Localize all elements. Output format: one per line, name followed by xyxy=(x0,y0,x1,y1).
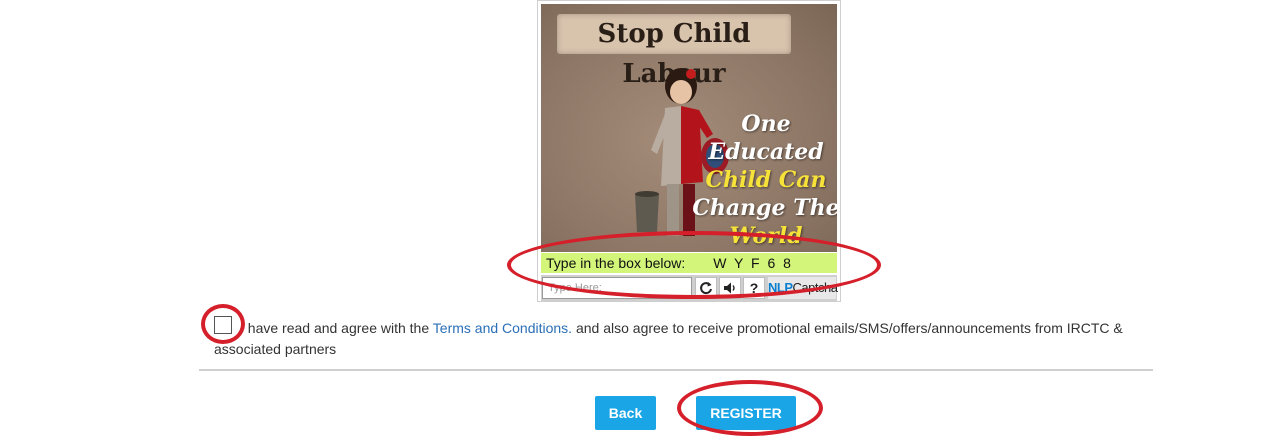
audio-captcha-button[interactable] xyxy=(719,277,741,299)
refresh-icon xyxy=(700,282,712,295)
captcha-instruction: Type in the box below: W Y F 6 8 xyxy=(541,253,837,273)
banner-title: Stop Child Labour xyxy=(557,14,791,89)
nlpcaptcha-logo: NLPCaptcha xyxy=(768,277,838,299)
back-button[interactable]: Back xyxy=(595,396,656,430)
help-icon: ? xyxy=(749,280,759,296)
captcha-instruction-label: Type in the box below: xyxy=(546,255,686,271)
captcha-banner-image: Stop Child Labour One Educated Child Can… xyxy=(541,4,837,252)
slogan-line-4: World xyxy=(729,223,803,249)
captcha-help-button[interactable]: ? xyxy=(743,277,765,299)
terms-agreement: I have read and agree with the Terms and… xyxy=(214,318,1134,360)
terms-and-conditions-link[interactable]: Terms and Conditions. xyxy=(433,320,572,336)
terms-text-before: I have read and agree with the xyxy=(240,320,433,336)
refresh-captcha-button[interactable] xyxy=(695,277,717,299)
captcha-input-row: ? NLPCaptcha xyxy=(541,275,838,301)
captcha-input[interactable] xyxy=(542,277,692,299)
brand-suffix: Captcha xyxy=(792,280,838,295)
captcha-widget: Stop Child Labour One Educated Child Can… xyxy=(537,0,841,302)
captcha-code: W Y F 6 8 xyxy=(713,255,793,271)
brand-prefix: NLP xyxy=(768,280,793,295)
register-button[interactable]: REGISTER xyxy=(696,396,796,430)
speaker-icon xyxy=(724,282,735,294)
banner-slogan: One Educated Child Can Change The World xyxy=(691,110,837,250)
slogan-line-3: Change The xyxy=(692,195,837,221)
slogan-line-1: One Educated xyxy=(708,111,824,165)
divider xyxy=(199,369,1153,371)
slogan-line-2: Child Can xyxy=(705,167,827,193)
